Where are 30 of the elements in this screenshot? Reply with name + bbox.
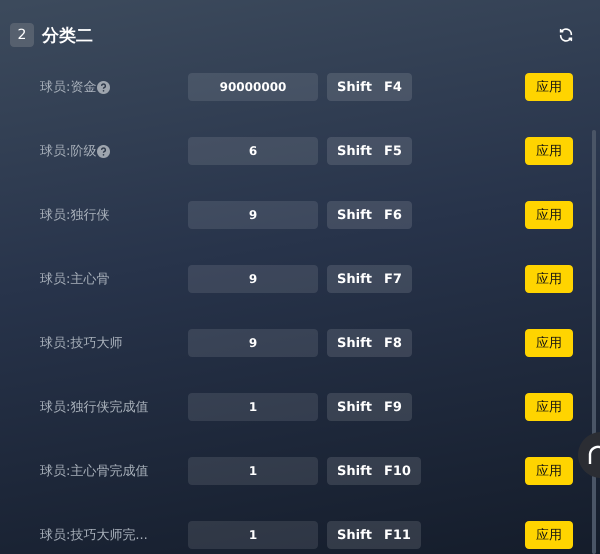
field-label: 球员:独行侠完成值 xyxy=(40,399,148,416)
hotkey-box[interactable]: Shift F11 xyxy=(327,521,421,549)
apply-button[interactable]: 应用 xyxy=(525,73,573,101)
section-title: 分类二 xyxy=(42,24,94,46)
help-icon[interactable] xyxy=(97,144,110,158)
scrollbar[interactable] xyxy=(592,130,596,554)
help-icon[interactable] xyxy=(97,80,110,94)
apply-button[interactable]: 应用 xyxy=(525,457,573,485)
apply-button[interactable]: 应用 xyxy=(525,137,573,165)
field-label: 球员:资金 xyxy=(40,79,96,96)
field-label: 球员:技巧大师完... xyxy=(40,527,148,544)
apply-button[interactable]: 应用 xyxy=(525,265,573,293)
hotkey-box[interactable]: Shift F7 xyxy=(327,265,412,293)
hotkey-box[interactable]: Shift F4 xyxy=(327,73,412,101)
apply-button[interactable]: 应用 xyxy=(525,201,573,229)
field-label: 球员:阶级 xyxy=(40,143,96,160)
hotkey-box[interactable]: Shift F8 xyxy=(327,329,412,357)
hotkey-box[interactable]: Shift F6 xyxy=(327,201,412,229)
hotkey-box[interactable]: Shift F10 xyxy=(327,457,421,485)
field-label: 球员:主心骨 xyxy=(40,271,110,288)
section-number-badge: 2 xyxy=(10,23,34,47)
apply-button[interactable]: 应用 xyxy=(525,393,573,421)
apply-button[interactable]: 应用 xyxy=(525,329,573,357)
field-label: 球员:技巧大师 xyxy=(40,335,122,352)
hotkey-box[interactable]: Shift F5 xyxy=(327,137,412,165)
field-label: 球员:独行侠 xyxy=(40,207,110,224)
hotkey-box[interactable]: Shift F9 xyxy=(327,393,412,421)
refresh-icon[interactable] xyxy=(558,27,574,43)
apply-button[interactable]: 应用 xyxy=(525,521,573,549)
field-label: 球员:主心骨完成值 xyxy=(40,463,148,480)
